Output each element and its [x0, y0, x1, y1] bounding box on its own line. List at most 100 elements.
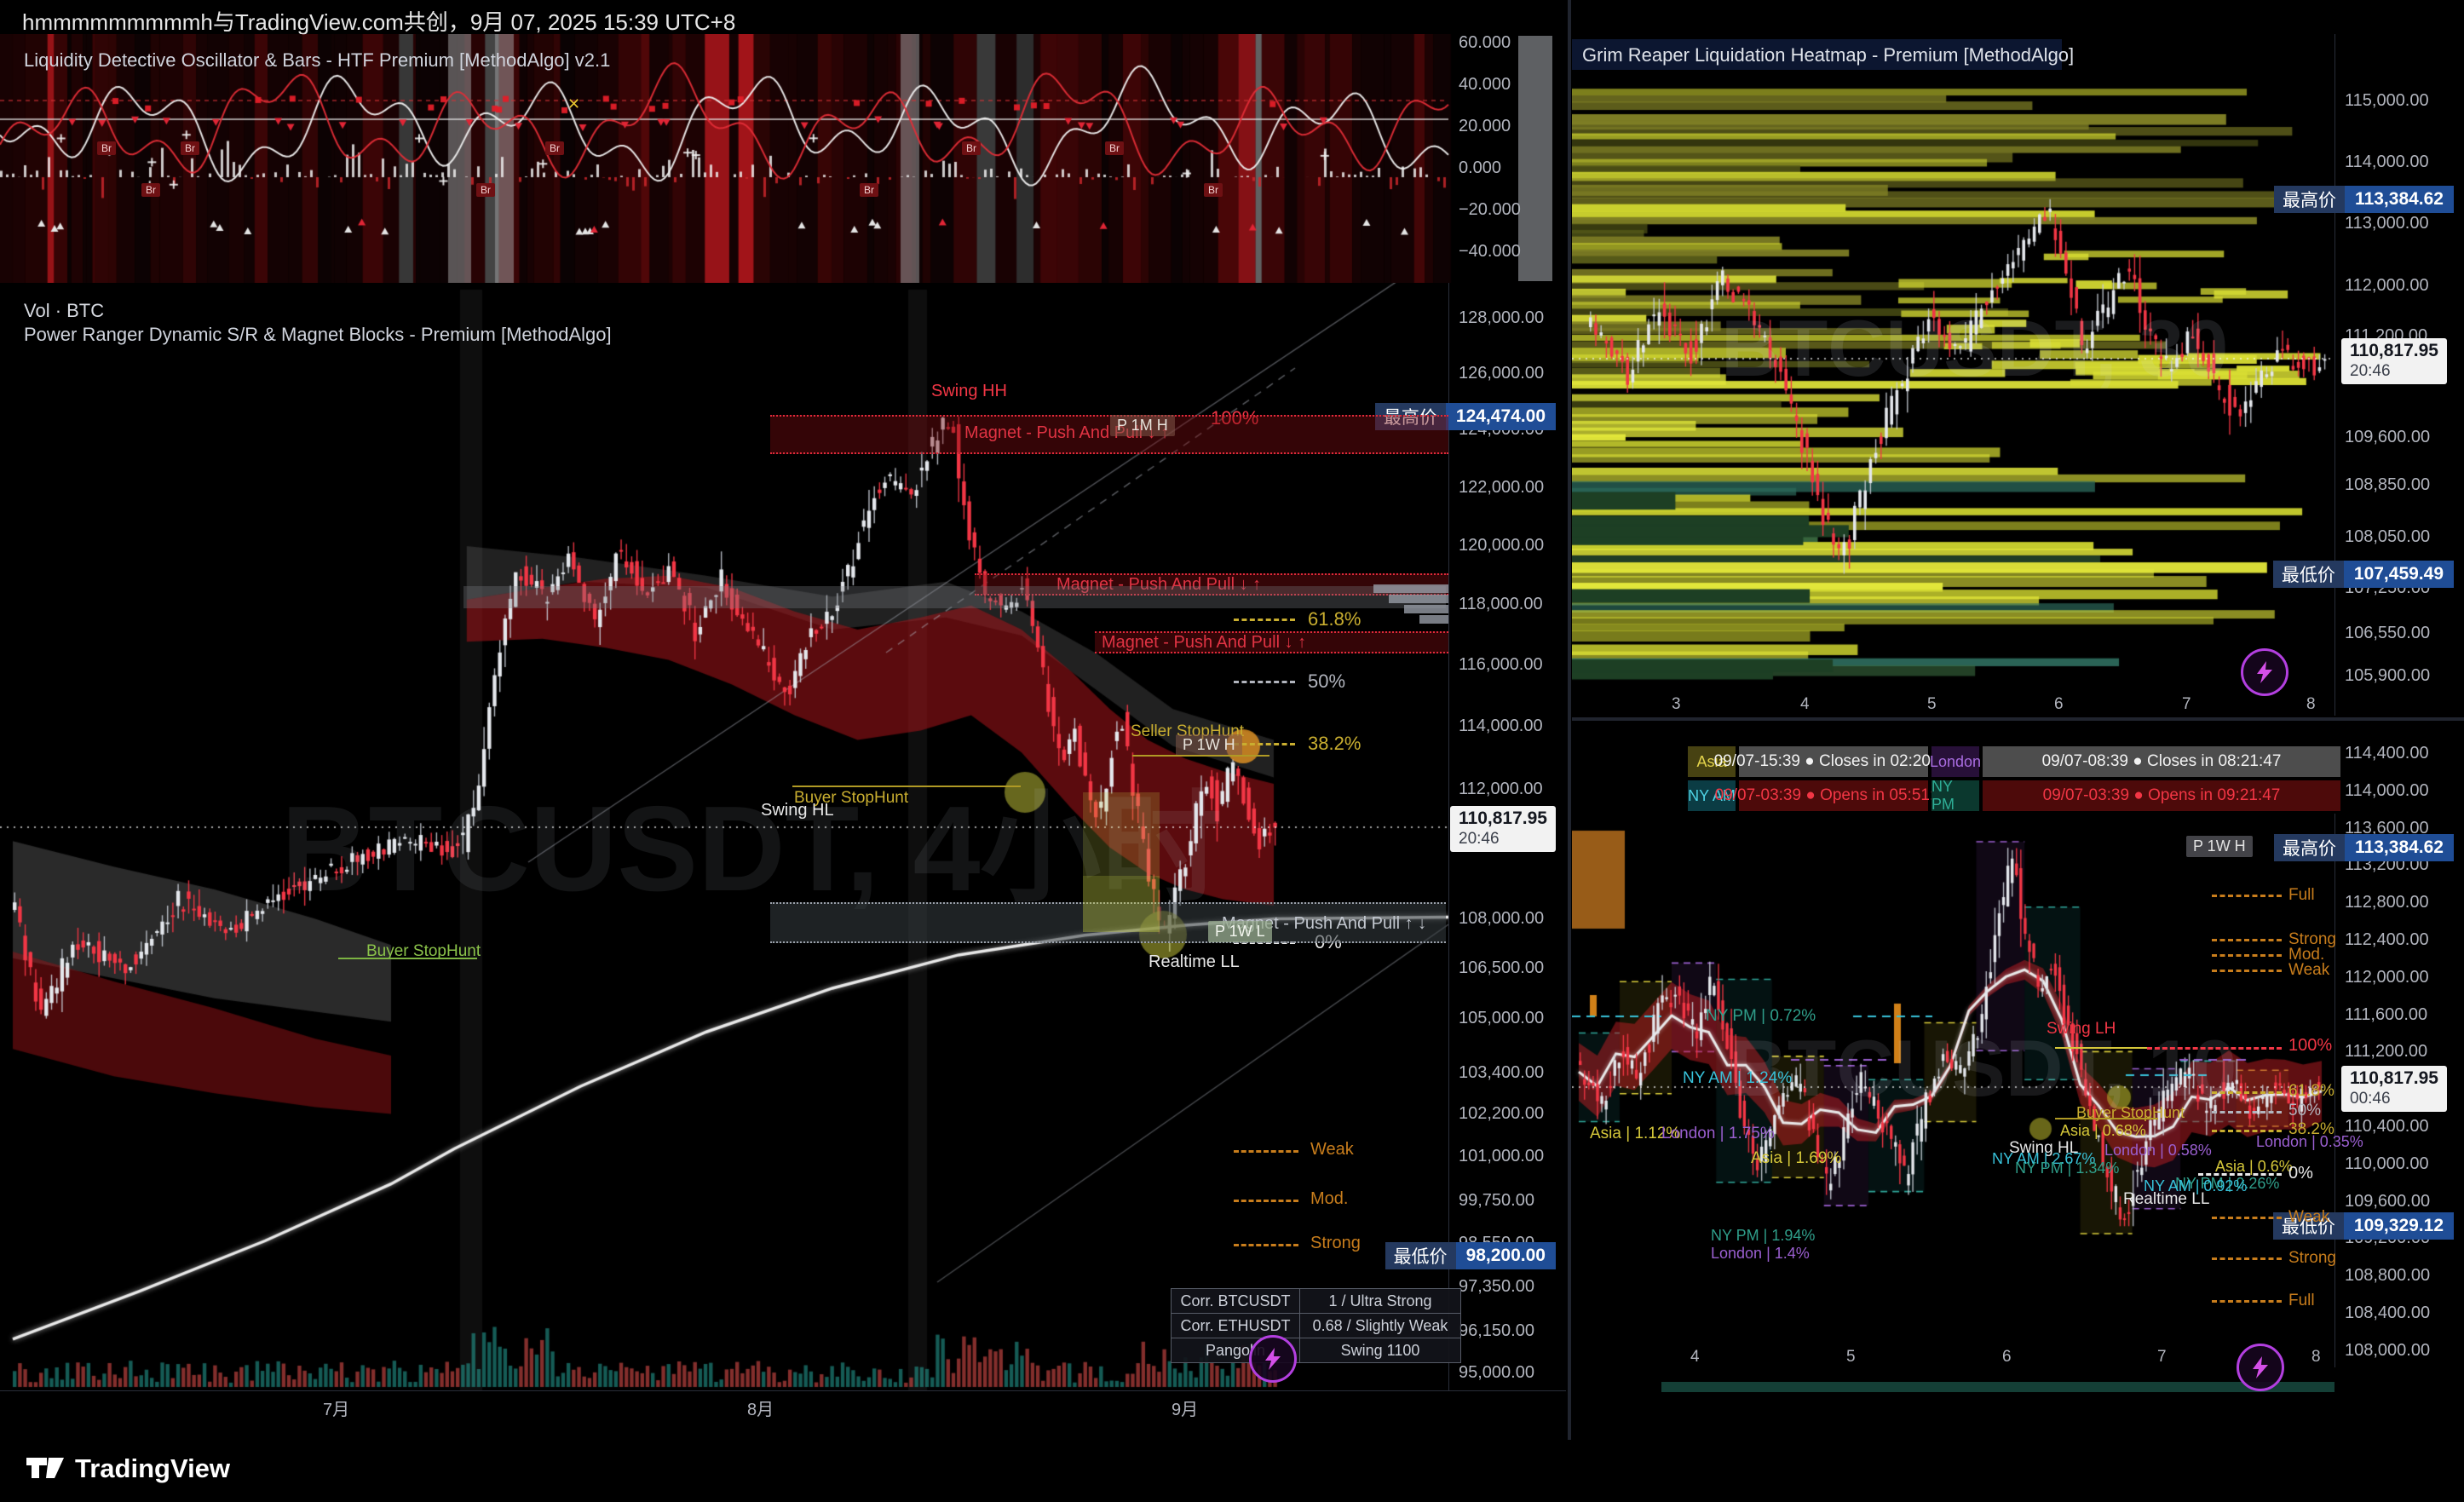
table-row: Corr. BTCUSDT1 / Ultra Strong	[1172, 1289, 1461, 1314]
lightning-bolt-icon	[2248, 1355, 2273, 1380]
breaker-badge: Br	[860, 183, 878, 197]
price-axis-tick: 108,400.00	[2345, 1303, 2430, 1323]
session-countdown: 09/07-15:39 ● Closes in 02:20:47	[1739, 746, 1928, 777]
highest-price-badge: 最高价113,384.62	[2274, 186, 2454, 213]
fib-dash	[2212, 939, 2282, 941]
strength-label: Strong	[1310, 1234, 1361, 1253]
time-axis-label[interactable]: 5	[1927, 695, 1937, 714]
fib-dash	[2212, 954, 2282, 957]
price-axis-tick: 111,200.00	[2345, 1042, 2427, 1062]
price-axis-tick: 108,850.00	[2345, 475, 2430, 495]
session-countdown: 09/07-08:39 ● Closes in 08:21:47	[1983, 746, 2340, 777]
lowest-price-badge-value: 109,329.12	[2344, 1212, 2454, 1240]
highlight-zone	[1083, 876, 1160, 932]
strength-dash	[1234, 1244, 1298, 1246]
price-axis-tick: 108,050.00	[2345, 527, 2430, 547]
chart-overlays: 60.00040.00020.0000.000−20.000−40.000128…	[0, 0, 2464, 1502]
fib-dash	[1234, 681, 1295, 683]
chart-label: London | 1.75%	[1661, 1125, 1775, 1143]
price-axis-tick: 118,000.00	[1459, 595, 1543, 614]
fib-dash	[2212, 1130, 2282, 1132]
lightning-bolt-icon	[1260, 1346, 1286, 1372]
lowest-price-badge: 最低价98,200.00	[1385, 1242, 1556, 1269]
corr-value-cell: Swing 1100	[1300, 1338, 1461, 1363]
time-axis-label[interactable]: 8月	[747, 1396, 774, 1420]
time-axis-label[interactable]: 4	[1690, 1348, 1700, 1367]
price-axis-tick: 102,200.00	[1459, 1104, 1544, 1124]
chart-label: NY PM | 1.94%	[1711, 1227, 1815, 1245]
highest-price-badge-tag: 最高价	[2274, 186, 2345, 213]
period-level-badge: P 1W H	[1176, 734, 1242, 756]
price-axis-tick: 97,350.00	[1459, 1277, 1534, 1297]
tradingview-logo-icon[interactable]	[26, 1448, 65, 1488]
breaker-badge: Br	[1105, 141, 1124, 155]
chart-label: London | 1.4%	[1711, 1245, 1810, 1263]
level-line	[2055, 1047, 2147, 1049]
price-axis-tick: 111,600.00	[2345, 1005, 2427, 1025]
price-axis-tick: 112,000.00	[1459, 780, 1543, 799]
time-axis-label[interactable]: 7月	[323, 1396, 349, 1420]
fib-dash	[2212, 1217, 2282, 1219]
supply-band	[463, 586, 1446, 608]
osc-axis-tick: 20.000	[1459, 117, 1511, 136]
chart-label: Swing LH	[2047, 1020, 2116, 1039]
last-price-badge: 110,817.9520:46	[2341, 338, 2447, 384]
lowest-price-badge: 最低价107,459.49	[2273, 561, 2454, 588]
corr-value-cell: 0.68 / Slightly Weak	[1300, 1314, 1461, 1338]
time-axis-label[interactable]: 8	[2311, 1348, 2321, 1367]
level-line	[1132, 755, 1269, 757]
time-axis-label[interactable]: 6	[2054, 695, 2064, 714]
highest-price-badge-value: 124,474.00	[1446, 403, 1556, 430]
fib-label: 50%	[1308, 670, 1345, 693]
breaker-badge: Br	[476, 183, 495, 197]
time-axis-label[interactable]: 6	[2002, 1348, 2012, 1367]
table-row: Corr. ETHUSDT0.68 / Slightly Weak	[1172, 1314, 1461, 1338]
lowest-price-badge-value: 98,200.00	[1456, 1242, 1556, 1269]
fib-dash	[2147, 1047, 2282, 1050]
time-axis-label[interactable]: 9月	[1172, 1396, 1198, 1420]
magnet-zone-label: Magnet - Push And Pull ↓ ↑	[1102, 633, 1306, 653]
period-level-badge: P 1M H	[1110, 415, 1175, 436]
session-tag-london: London	[1931, 746, 1979, 777]
level-line	[792, 786, 1021, 787]
strength-dash	[1234, 1200, 1298, 1202]
chart-label: 38.2%	[2288, 1120, 2334, 1139]
chart-label: Full	[2288, 886, 2315, 905]
price-axis-tick: 109,600.00	[2345, 1192, 2430, 1211]
osc-axis-tick: 0.000	[1459, 158, 1501, 178]
chart-label: Full	[2288, 1292, 2315, 1310]
volume-profile-bar	[1404, 605, 1448, 613]
price-axis-tick: 106,550.00	[2345, 624, 2430, 643]
tradingview-brand[interactable]: TradingView	[75, 1453, 230, 1484]
chart-label: Weak	[2288, 961, 2329, 980]
time-axis-label[interactable]: 7	[2157, 1348, 2167, 1367]
price-axis-tick: 126,000.00	[1459, 364, 1544, 383]
osc-axis-tick: −40.000	[1459, 242, 1521, 262]
price-axis-tick: 114,000.00	[2345, 153, 2429, 172]
methodalgo-lightning-icon[interactable]	[2237, 1344, 2284, 1391]
price-axis-tick: 95,000.00	[1459, 1363, 1534, 1383]
time-axis-label[interactable]: 5	[1846, 1348, 1856, 1367]
chart-label: NY PM | 1.34%	[2015, 1160, 2119, 1177]
time-axis-label[interactable]: 7	[2182, 695, 2191, 714]
chart-label: Strong	[2288, 1249, 2336, 1268]
time-axis-label[interactable]: 4	[1800, 695, 1810, 714]
volume-profile-bar	[1419, 615, 1448, 624]
osc-axis-tick: 60.000	[1459, 33, 1511, 53]
price-axis-tick: 108,000.00	[2345, 1341, 2430, 1361]
methodalgo-lightning-icon[interactable]	[1249, 1335, 1297, 1383]
magnet-zone: Magnet - Push And Pull ↓ ↑	[770, 415, 1448, 454]
breaker-badge: Br	[1204, 183, 1223, 197]
price-axis-tick: 112,000.00	[2345, 968, 2429, 987]
chart-label: Realtime LL	[2123, 1190, 2209, 1209]
time-axis-label[interactable]: 3	[1672, 695, 1681, 714]
chart-label: 100%	[2288, 1036, 2332, 1056]
price-axis-tick: 103,400.00	[1459, 1063, 1544, 1083]
chart-label: 61.8%	[2288, 1082, 2334, 1101]
fib-label: 38.2%	[1308, 733, 1361, 755]
price-axis-tick: 105,900.00	[2345, 666, 2430, 686]
methodalgo-lightning-icon[interactable]	[2241, 648, 2288, 696]
highest-price-badge-value: 113,384.62	[2345, 834, 2454, 861]
time-axis-label[interactable]: 8	[2306, 695, 2316, 714]
price-axis-tick: 99,750.00	[1459, 1191, 1534, 1211]
